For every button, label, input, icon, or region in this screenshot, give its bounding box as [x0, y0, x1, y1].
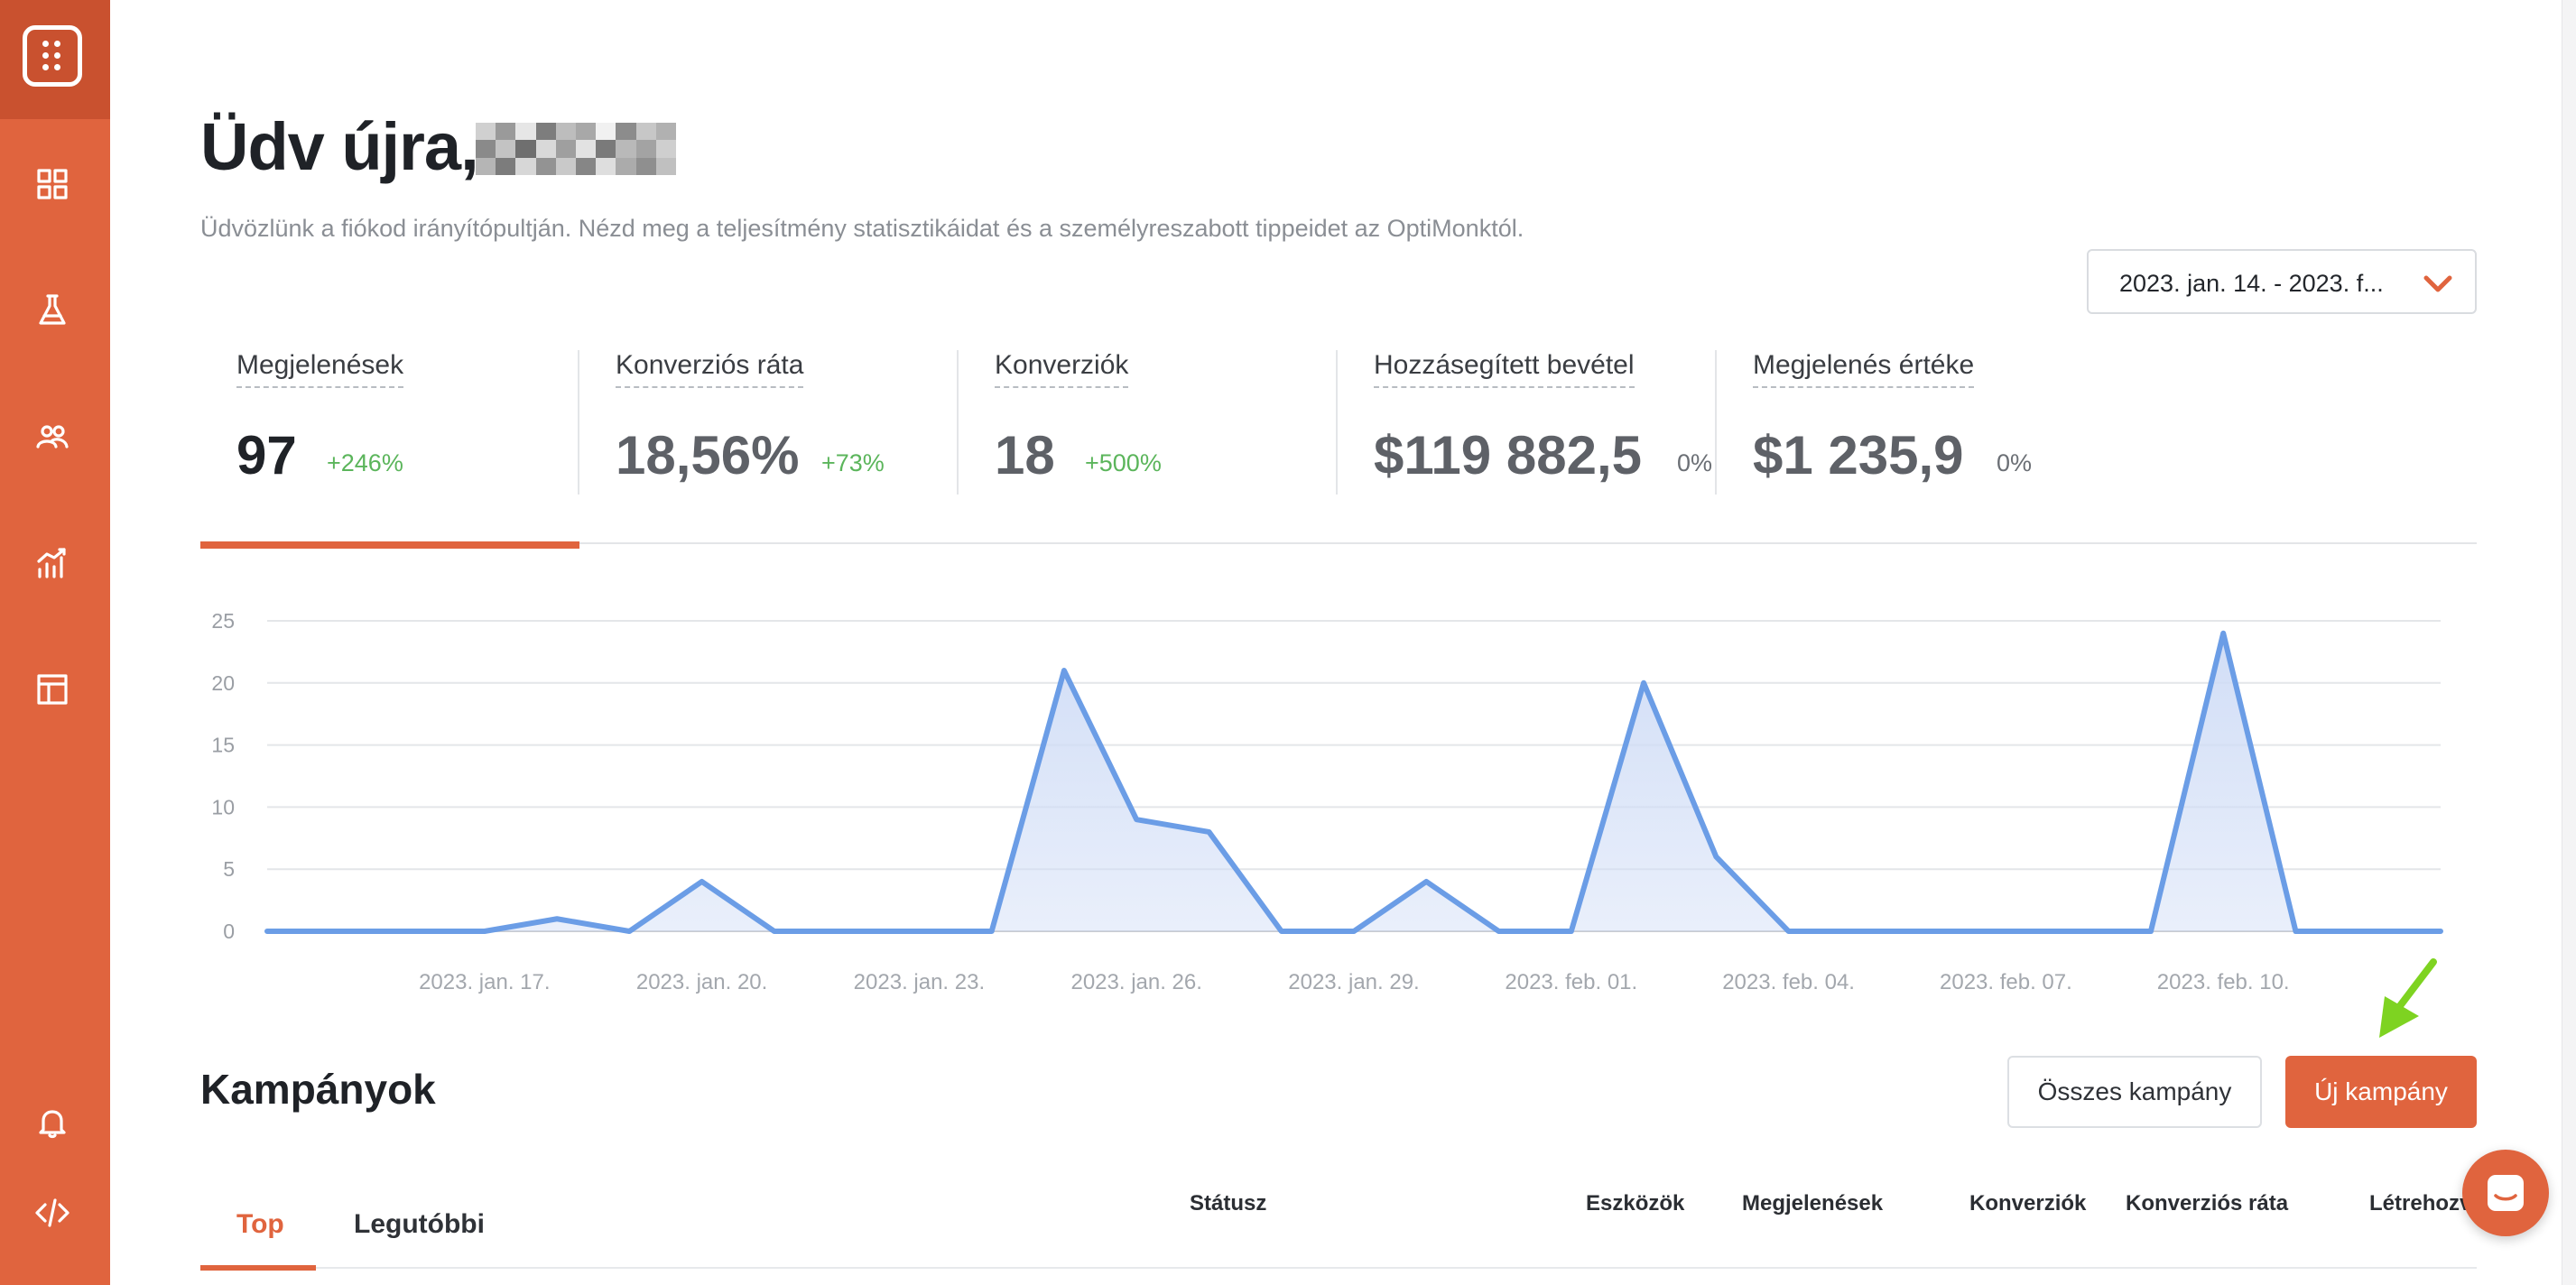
tab-legutobbi[interactable]: Legutóbbi [354, 1209, 485, 1240]
y-tick-label: 5 [223, 857, 235, 881]
stat-value: 18,56% [616, 425, 800, 485]
stat-label: Hozzásegített bevétel [1374, 350, 1635, 388]
stat-value: 97 [236, 425, 297, 485]
x-tick-label: 2023. jan. 23. [854, 970, 985, 994]
x-tick-label: 2023. jan. 17. [419, 970, 550, 994]
date-range-picker[interactable]: 2023. jan. 14. - 2023. f... [2087, 249, 2477, 314]
column-header-created[interactable]: Létrehozv [2369, 1191, 2471, 1216]
y-tick-label: 15 [211, 734, 235, 757]
flask-icon[interactable] [31, 289, 74, 332]
campaign-tab-active-indicator [200, 1265, 316, 1271]
stat-label: Konverziós ráta [616, 350, 804, 388]
page-subtitle: Üdvözlünk a fiókod irányítópultján. Nézd… [200, 215, 1524, 242]
app-logo[interactable] [0, 0, 110, 119]
column-header-conversion-rate[interactable]: Konverziós ráta [2126, 1191, 2288, 1216]
column-header-impressions[interactable]: Megjelenések [1742, 1191, 1883, 1216]
stat-label: Megjelenések [236, 350, 404, 388]
bell-icon[interactable] [31, 1101, 74, 1144]
stat-tab-hozzasegitett-bevetel[interactable]: Hozzásegített bevétel $119 882,5 0% [1374, 350, 1717, 495]
date-range-value: 2023. jan. 14. - 2023. f... [2119, 270, 2384, 297]
series-area [267, 633, 2441, 931]
y-tick-label: 0 [223, 920, 235, 943]
sidebar [0, 0, 110, 1285]
stat-delta: 0% [1997, 449, 2033, 476]
y-tick-label: 10 [211, 795, 235, 818]
stat-value: $1 235,9 [1753, 425, 1964, 485]
x-tick-label: 2023. feb. 04. [1722, 970, 1855, 994]
stat-delta: +500% [1085, 449, 1162, 476]
new-campaign-button[interactable]: Új kampány [2285, 1056, 2477, 1128]
templates-icon[interactable] [31, 668, 74, 711]
code-icon[interactable] [31, 1191, 74, 1234]
stat-tab-megjelenes-erteke[interactable]: Megjelenés értéke $1 235,9 0% [1753, 350, 2096, 495]
x-tick-label: 2023. jan. 26. [1070, 970, 1201, 994]
stat-tab-konverziok[interactable]: Konverziók 18 +500% [995, 350, 1338, 495]
stat-label: Konverziók [995, 350, 1129, 388]
stat-divider [1336, 350, 1338, 495]
all-campaigns-button[interactable]: Összes kampány [2007, 1056, 2262, 1128]
impressions-chart: 0 5 10 15 20 25 2023. jan. 17. 2023. jan. 20. 20… [211, 609, 2443, 994]
column-header-devices[interactable]: Eszközök [1586, 1191, 1684, 1216]
logo-icon [23, 25, 82, 87]
x-tick-label: 2023. feb. 10. [2157, 970, 2290, 994]
column-header-status[interactable]: Státusz [1190, 1191, 1266, 1216]
stat-divider [578, 350, 579, 495]
stat-tab-megjelenesek[interactable]: Megjelenések 97 +246% [236, 350, 579, 495]
stat-delta: 0% [1677, 449, 1713, 476]
users-icon[interactable] [31, 415, 74, 458]
column-header-conversions[interactable]: Konverziók [1969, 1191, 2086, 1216]
analytics-icon[interactable] [31, 541, 74, 585]
dashboard-icon[interactable] [31, 162, 74, 206]
chevron-down-icon [2423, 275, 2452, 292]
stat-value: 18 [995, 425, 1055, 485]
stat-value: $119 882,5 [1374, 425, 1642, 485]
arrow-pointer-icon [2379, 958, 2437, 1038]
stat-tab-active-indicator [200, 541, 579, 549]
campaigns-title: Kampányok [200, 1066, 436, 1113]
chat-launcher-button[interactable] [2462, 1150, 2549, 1236]
stat-delta: +246% [327, 449, 403, 476]
stat-tab-konverzios-rata[interactable]: Konverziós ráta 18,56% +73% [616, 350, 959, 495]
chat-icon [2488, 1175, 2524, 1211]
x-tick-label: 2023. jan. 29. [1288, 970, 1419, 994]
redacted-username [476, 123, 676, 175]
scrollbar[interactable] [2562, 0, 2576, 1285]
x-tick-label: 2023. feb. 07. [1940, 970, 2072, 994]
tab-top[interactable]: Top [236, 1209, 284, 1240]
stat-label: Megjelenés értéke [1753, 350, 1975, 388]
x-tick-label: 2023. feb. 01. [1505, 970, 1637, 994]
y-tick-label: 25 [211, 609, 235, 633]
page-title: Üdv újra, [200, 109, 479, 184]
stat-divider [957, 350, 959, 495]
stat-delta: +73% [821, 449, 885, 476]
x-tick-label: 2023. jan. 20. [636, 970, 767, 994]
stat-divider [1715, 350, 1717, 495]
y-tick-label: 20 [211, 671, 235, 695]
campaign-tabs-track [200, 1267, 2477, 1269]
series-line [264, 630, 2443, 934]
